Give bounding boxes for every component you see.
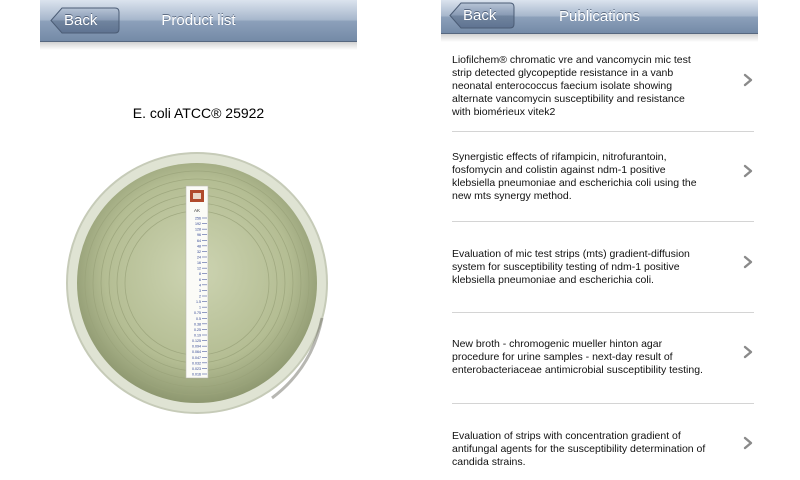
- plate-title: E. coli ATCC® 25922: [132, 105, 265, 121]
- strip-scale-label: 0.25: [194, 328, 201, 332]
- strip-scale-label: 32: [197, 250, 201, 254]
- publication-item[interactable]: Evaluation of mic test strips (mts) grad…: [441, 216, 758, 306]
- title-line: Evaluation of strips with concentration …: [452, 430, 681, 442]
- title-line: procedure for urine samples - next-day r…: [452, 351, 673, 363]
- strip-scale-label: 0.064: [192, 350, 201, 354]
- title-line: klebsiella pneumoniae and escherichia co…: [452, 274, 654, 286]
- title-line: alternate vancomycin susceptibility and …: [452, 93, 685, 105]
- title-line: with biomérieux vitek2: [452, 106, 556, 118]
- title-line: antifungal agents for the susceptibility…: [452, 443, 706, 455]
- title-line: Liofilchem® chromatic vre and vancomycin…: [452, 54, 691, 66]
- strip-scale-label: 256: [195, 217, 201, 221]
- strip-scale-label: 0.38: [194, 322, 201, 326]
- strip-scale-label: 64: [197, 239, 201, 243]
- strip-scale-label: 12: [197, 267, 201, 271]
- product-screen: Back Product list E. coli ATCC® 25922 AK…: [40, 0, 357, 480]
- strip-scale-label: 48: [197, 244, 201, 248]
- strip-scale-label: 0.016: [192, 373, 201, 377]
- chevron-right-icon: [743, 436, 753, 450]
- petri-dish-image: AK 25619212896644832241612864321.510.750…: [66, 152, 328, 414]
- strip-scale-label: 128: [195, 228, 201, 232]
- chevron-right-icon: [743, 345, 753, 359]
- title-line: fosfomycin and colistin against ndm-1 po…: [452, 164, 666, 176]
- publication-title: New broth - chromogenic mueller hinton a…: [452, 338, 724, 377]
- publication-title: Synergistic effects of rifampicin, nitro…: [452, 151, 724, 203]
- title-line: klebsiella pneumoniae and escherichia co…: [452, 177, 697, 189]
- strip-scale-label: 24: [197, 256, 201, 260]
- title-line: candida strains.: [452, 456, 526, 468]
- page-title: Product list: [161, 12, 236, 29]
- title-line: neonatal enterococcus faecium isolate sh…: [452, 80, 673, 92]
- title-line: strip detected glycopeptide resistance i…: [452, 67, 674, 79]
- strip-scale-label: 0.047: [192, 356, 201, 360]
- publication-item[interactable]: Liofilchem® chromatic vre and vancomycin…: [441, 34, 758, 124]
- strip-scale-label: 0.5: [196, 317, 201, 321]
- strip-scale-label: 0.125: [192, 339, 201, 343]
- chevron-right-icon: [743, 164, 753, 178]
- page-title: Publications: [559, 8, 640, 25]
- chevron-right-icon: [743, 73, 753, 87]
- title-line: Synergistic effects of rifampicin, nitro…: [452, 151, 667, 163]
- strip-scale-label: 192: [195, 222, 201, 226]
- strip-scale-label: 96: [197, 233, 201, 237]
- publication-item[interactable]: Synergistic effects of rifampicin, nitro…: [441, 125, 758, 215]
- strip-scale-label: 2: [199, 295, 201, 299]
- publication-title: Evaluation of strips with concentration …: [452, 430, 724, 469]
- title-line: New broth - chromogenic mueller hinton a…: [452, 338, 663, 350]
- strip-scale-label: 0.75: [194, 311, 201, 315]
- strip-scale-label: 1: [199, 306, 201, 310]
- publication-title: Liofilchem® chromatic vre and vancomycin…: [452, 54, 724, 119]
- test-strip: AK 25619212896644832241612864321.510.750…: [185, 185, 209, 379]
- strip-scale-label: 0.032: [192, 361, 201, 365]
- publication-item[interactable]: New broth - chromogenic mueller hinton a…: [441, 306, 758, 396]
- strip-code: AK: [194, 208, 200, 213]
- publication-item[interactable]: Evaluation of strips with concentration …: [441, 397, 758, 480]
- title-line: system for susceptibility testing of ndm…: [452, 261, 680, 273]
- strip-scale-label: 1.5: [196, 300, 201, 304]
- title-line: new mts synergy method.: [452, 190, 572, 202]
- strip-scale-label: 6: [199, 278, 201, 282]
- strip-scale-label: 4: [199, 283, 201, 287]
- strip-scale-label: 8: [199, 272, 201, 276]
- publication-title: Evaluation of mic test strips (mts) grad…: [452, 248, 724, 287]
- strip-scale-label: 16: [197, 261, 201, 265]
- strip-scale-label: 0.023: [192, 367, 201, 371]
- strip-scale-label: 3: [199, 289, 201, 293]
- strip-scale-label: 0.19: [194, 334, 201, 338]
- title-line: Evaluation of mic test strips (mts) grad…: [452, 248, 690, 260]
- chevron-right-icon: [743, 255, 753, 269]
- publications-screen: Back Publications Liofilchem® chromatic …: [441, 0, 758, 480]
- strip-scale-label: 0.094: [192, 345, 201, 349]
- navbar-shadow: [40, 42, 357, 50]
- title-line: enterobacteriaceae antimicrobial suscept…: [452, 364, 703, 376]
